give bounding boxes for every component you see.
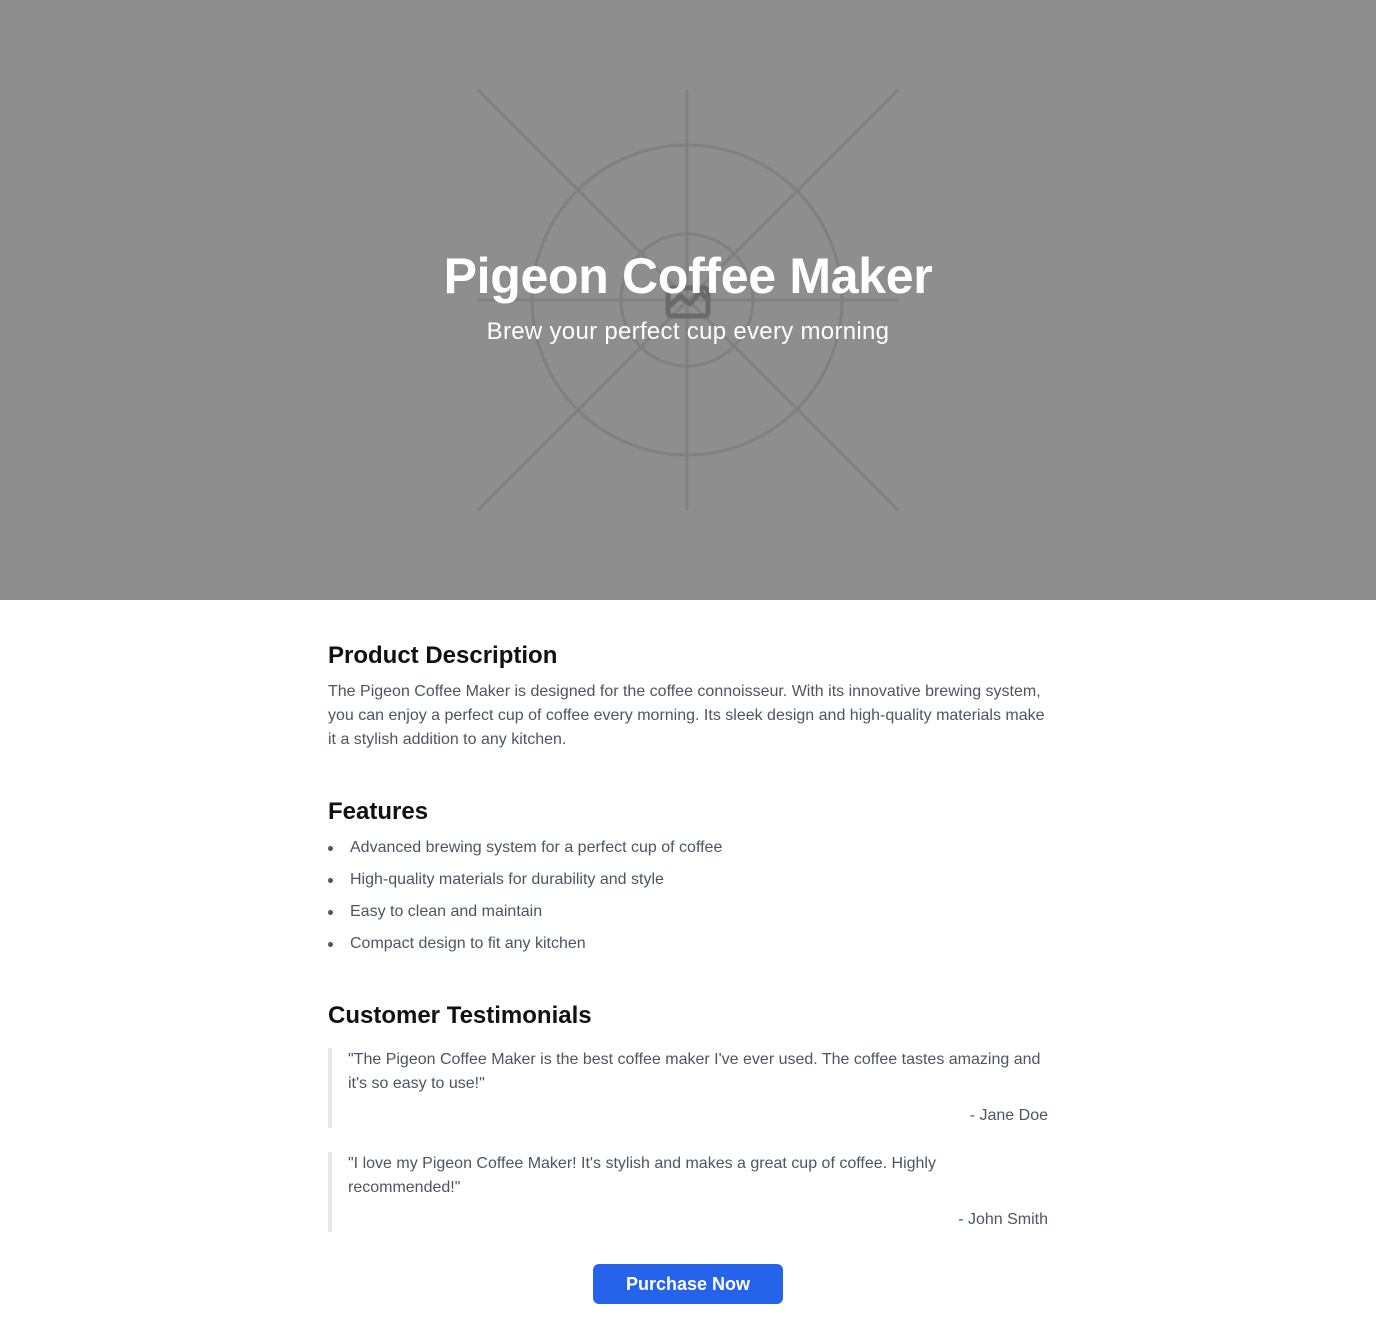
hero-subtitle: Brew your perfect cup every morning [486,318,890,345]
testimonials-heading: Customer Testimonials [328,1002,592,1029]
testimonials-section: Customer Testimonials "The Pigeon Coffee… [328,1000,1048,1232]
feature-item: High-quality materials for durability an… [328,868,1048,892]
feature-item: Compact design to fit any kitchen [328,932,1048,956]
feature-text: Easy to clean and maintain [350,903,543,920]
hero-overlay: Pigeon Coffee Maker Brew your perfect cu… [0,0,1376,600]
features-heading: Features [328,798,429,825]
testimonial-author: - Jane Doe [969,1107,1048,1124]
feature-text: Advanced brewing system for a perfect cu… [350,839,723,856]
bullet-icon [328,846,333,851]
features-list: Advanced brewing system for a perfect cu… [328,836,1048,956]
bullet-icon [328,910,333,915]
bullet-icon [328,878,333,883]
cta-container: Purchase Now [0,1264,1376,1304]
purchase-now-button[interactable]: Purchase Now [593,1264,783,1304]
product-description-heading: Product Description [328,642,558,669]
features-section: Features Advanced brewing system for a p… [328,796,1048,956]
main-content: Product Description The Pigeon Coffee Ma… [328,600,1048,1232]
feature-item: Easy to clean and maintain [328,900,1048,924]
feature-text: Compact design to fit any kitchen [350,935,586,952]
testimonial-author: - John Smith [958,1211,1048,1228]
feature-item: Advanced brewing system for a perfect cu… [328,836,1048,860]
bullet-icon [328,942,333,947]
testimonial: "The Pigeon Coffee Maker is the best cof… [328,1048,1048,1128]
product-description-text: The Pigeon Coffee Maker is designed for … [328,683,1045,748]
testimonial: "I love my Pigeon Coffee Maker! It's sty… [328,1152,1048,1232]
feature-text: High-quality materials for durability an… [350,871,664,888]
testimonial-quote: "The Pigeon Coffee Maker is the best cof… [348,1051,1041,1092]
testimonial-quote: "I love my Pigeon Coffee Maker! It's sty… [348,1155,936,1196]
hero-title: Pigeon Coffee Maker [443,248,933,304]
product-description-section: Product Description The Pigeon Coffee Ma… [328,640,1048,752]
hero-banner: Pigeon Coffee Maker Brew your perfect cu… [0,0,1376,600]
